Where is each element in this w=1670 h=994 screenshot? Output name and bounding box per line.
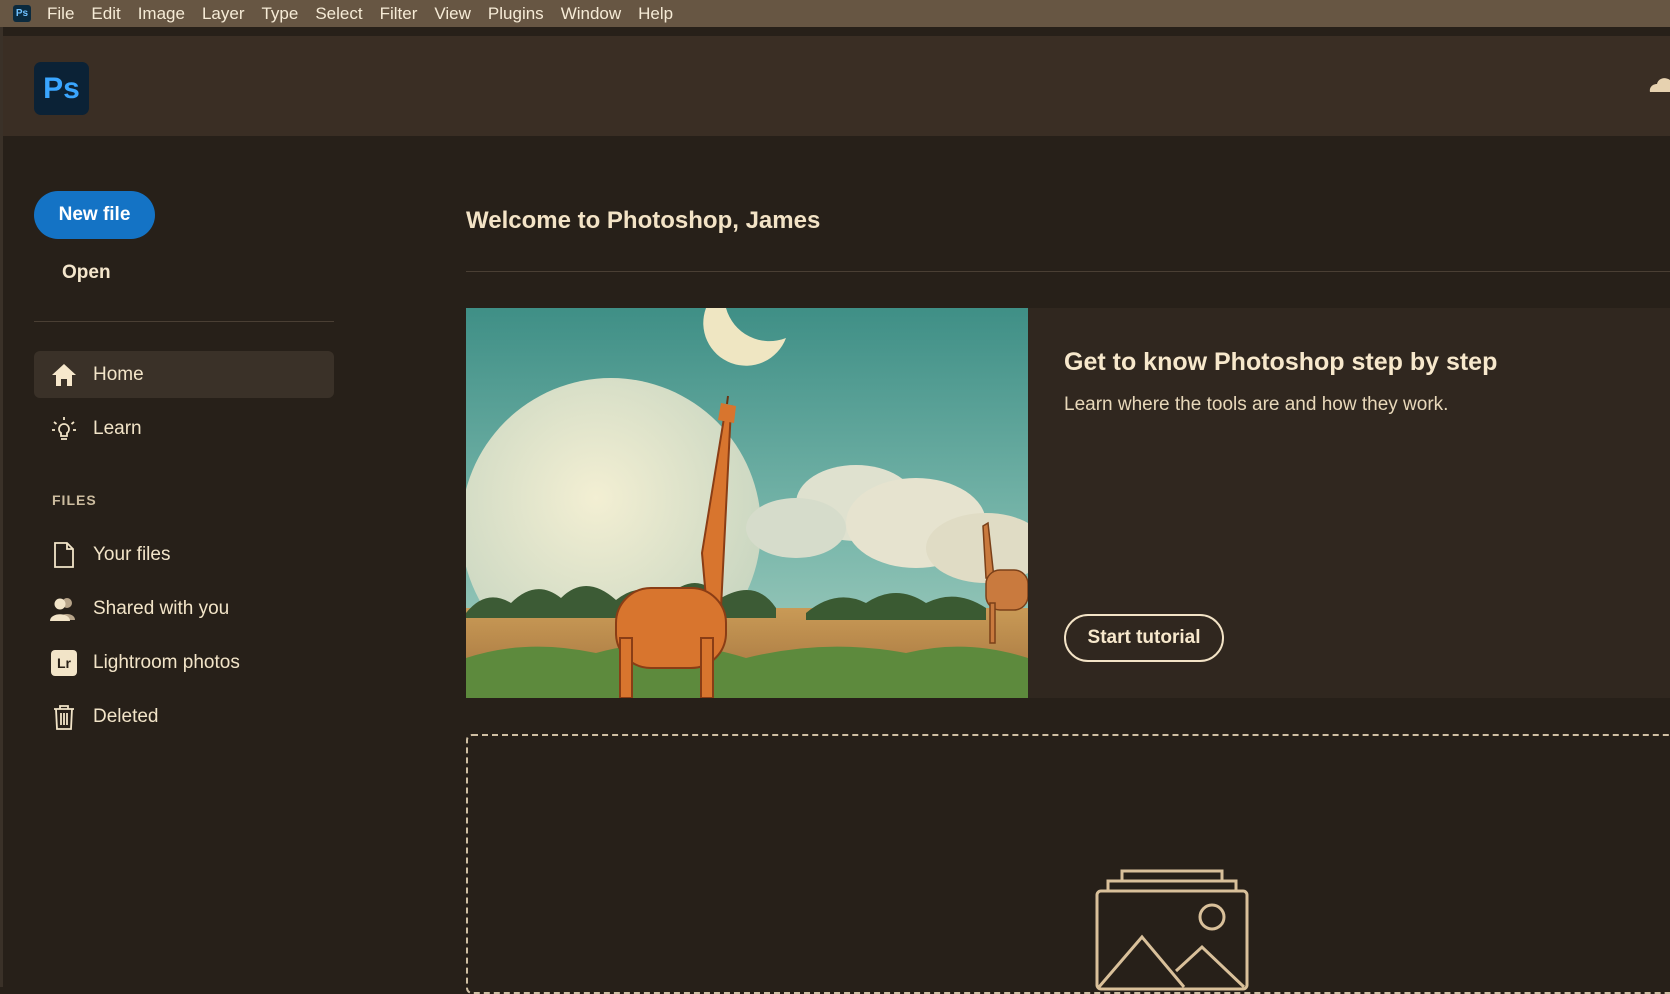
file-drop-zone[interactable] xyxy=(466,734,1670,994)
window-edge xyxy=(0,27,3,987)
sidebar-divider xyxy=(34,321,334,322)
open-button[interactable]: Open xyxy=(62,262,111,284)
home-icon xyxy=(49,360,79,390)
start-tutorial-button[interactable]: Start tutorial xyxy=(1064,614,1224,662)
title-divider xyxy=(466,271,1670,272)
menu-help[interactable]: Help xyxy=(638,0,673,27)
tutorial-subtitle: Learn where the tools are and how they w… xyxy=(1064,394,1449,415)
menu-view[interactable]: View xyxy=(434,0,471,27)
cloud-icon[interactable] xyxy=(1644,72,1670,98)
document-icon xyxy=(49,540,79,570)
menu-type[interactable]: Type xyxy=(261,0,298,27)
sidebar-item-deleted[interactable]: Deleted xyxy=(34,693,334,740)
sidebar-item-label: Learn xyxy=(93,417,142,439)
menu-select[interactable]: Select xyxy=(315,0,362,27)
lightroom-icon-text: Lr xyxy=(51,649,77,676)
sidebar-item-label: Deleted xyxy=(93,705,159,727)
lightroom-icon: Lr xyxy=(49,648,79,678)
new-file-button[interactable]: New file xyxy=(34,191,155,239)
sidebar-item-learn[interactable]: Learn xyxy=(34,405,334,452)
menu-filter[interactable]: Filter xyxy=(380,0,418,27)
sidebar-item-label: Shared with you xyxy=(93,597,230,619)
sidebar-item-label: Lightroom photos xyxy=(93,651,240,673)
people-icon xyxy=(49,594,79,624)
photoshop-logo: Ps xyxy=(34,62,89,115)
menu-layer[interactable]: Layer xyxy=(202,0,245,27)
trash-icon xyxy=(49,702,79,732)
photoshop-app-icon[interactable]: Ps xyxy=(13,5,31,22)
tutorial-hero-image[interactable] xyxy=(466,308,1028,698)
tutorial-card: Get to know Photoshop step by step Learn… xyxy=(466,308,1670,698)
menu-image[interactable]: Image xyxy=(138,0,185,27)
sidebar-item-home[interactable]: Home xyxy=(34,351,334,398)
sidebar-item-your-files[interactable]: Your files xyxy=(34,531,334,578)
menu-file[interactable]: File xyxy=(47,0,74,27)
sidebar-item-shared-with-you[interactable]: Shared with you xyxy=(34,585,334,632)
sidebar-item-label: Your files xyxy=(93,543,171,565)
sidebar-item-lightroom-photos[interactable]: Lr Lightroom photos xyxy=(34,639,334,686)
tutorial-title: Get to know Photoshop step by step xyxy=(1064,348,1498,376)
lightbulb-icon xyxy=(49,414,79,444)
files-section-heading: FILES xyxy=(52,492,97,508)
menu-window[interactable]: Window xyxy=(561,0,621,27)
sidebar-item-label: Home xyxy=(93,363,144,385)
menu-edit[interactable]: Edit xyxy=(91,0,120,27)
menu-bar: Ps File Edit Image Layer Type Select Fil… xyxy=(0,0,1670,27)
menu-plugins[interactable]: Plugins xyxy=(488,0,544,27)
image-stack-icon xyxy=(1095,869,1249,991)
app-header: Ps xyxy=(3,36,1670,136)
page-title: Welcome to Photoshop, James xyxy=(466,207,821,234)
